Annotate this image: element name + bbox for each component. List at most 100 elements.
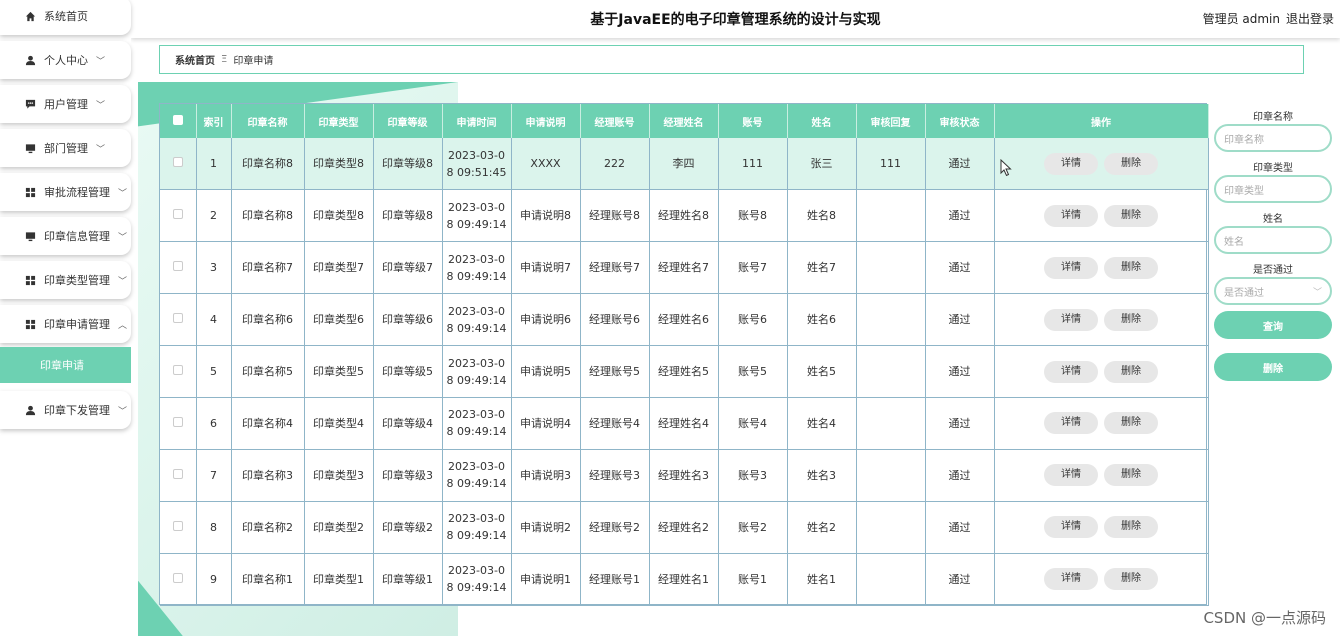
query-button[interactable]: 查询	[1214, 311, 1332, 339]
detail-button[interactable]: 详情	[1044, 204, 1098, 227]
sidebar-item-label: 印章申请管理	[44, 318, 110, 331]
cell-seal-level: 印章等级5	[373, 345, 443, 398]
cell-name: 姓名3	[787, 449, 857, 502]
cell-name: 姓名2	[787, 501, 857, 554]
delete-button[interactable]: 删除	[1104, 308, 1158, 331]
seal-name-input[interactable]: 印章名称	[1214, 124, 1332, 152]
cell-review-reply	[856, 397, 926, 450]
sidebar-item-seal-info[interactable]: 印章信息管理 ﹀	[0, 217, 131, 255]
cell-account: 账号5	[718, 345, 788, 398]
cell-seal-level: 印章等级8	[373, 189, 443, 243]
detail-button[interactable]: 详情	[1044, 360, 1098, 383]
cell-manager-account: 经理账号2	[580, 501, 650, 554]
sidebar-item-seal-type[interactable]: 印章类型管理 ﹀	[0, 261, 131, 299]
cell-review-status: 通过	[925, 241, 995, 295]
cell-seal-type: 印章类型6	[304, 293, 374, 347]
delete-button[interactable]: 删除	[1104, 412, 1158, 435]
chevron-down-icon: ﹀	[118, 232, 128, 243]
apply-time-clock: 8 09:49:14	[446, 529, 507, 543]
cell-account: 账号7	[718, 241, 788, 295]
cell-index: 9	[196, 553, 232, 606]
apply-time-clock: 8 09:49:14	[446, 321, 507, 335]
row-checkbox[interactable]	[172, 313, 183, 324]
seal-type-input[interactable]: 印章类型	[1214, 175, 1332, 203]
apply-time-clock: 8 09:51:45	[446, 165, 507, 179]
detail-button[interactable]: 详情	[1044, 464, 1098, 487]
home-icon	[24, 10, 36, 22]
cell-manager-name: 经理姓名7	[649, 241, 719, 295]
name-input[interactable]: 姓名	[1214, 226, 1332, 254]
cell-manager-name: 经理姓名3	[649, 449, 719, 502]
delete-button[interactable]: 删除	[1104, 256, 1158, 279]
sidebar-item-seal-apply[interactable]: 印章申请管理 ︿	[0, 305, 131, 343]
data-table: 索引 印章名称 印章类型 印章等级 申请时间 申请说明 经理账号 经理姓名 账号…	[159, 103, 1209, 606]
cell-apply-time: 2023-03-0 8 09:49:14	[442, 553, 512, 606]
user-name: 管理员 admin	[1202, 12, 1280, 26]
apply-time-date: 2023-03-0	[448, 408, 505, 422]
seal-type-placeholder: 印章类型	[1224, 185, 1264, 197]
select-all-checkbox[interactable]	[172, 114, 183, 125]
name-label: 姓名	[1263, 214, 1283, 225]
cell-manager-account: 经理账号3	[580, 449, 650, 502]
row-checkbox[interactable]	[172, 468, 183, 479]
sidebar-item-departments[interactable]: 部门管理 ﹀	[0, 129, 131, 167]
breadcrumb-home[interactable]: 系统首页	[175, 52, 215, 67]
row-checkbox[interactable]	[172, 520, 183, 531]
header-select-all[interactable]	[160, 104, 197, 138]
delete-button[interactable]: 删除	[1104, 152, 1158, 175]
cell-checkbox	[160, 397, 197, 450]
breadcrumb-separator-icon: Ξ	[221, 54, 228, 65]
row-checkbox[interactable]	[172, 261, 183, 272]
sidebar-item-seal-issue[interactable]: 印章下发管理 ﹀	[0, 391, 131, 429]
seal-type-label: 印章类型	[1253, 163, 1293, 174]
cell-checkbox	[160, 553, 197, 606]
cell-index: 4	[196, 293, 232, 347]
sidebar-item-home[interactable]: 系统首页	[0, 0, 131, 35]
cell-name: 姓名4	[787, 397, 857, 450]
cell-manager-name: 经理姓名8	[649, 189, 719, 243]
row-checkbox[interactable]	[172, 416, 183, 427]
sidebar-item-approval-flow[interactable]: 审批流程管理 ﹀	[0, 173, 131, 211]
cell-account: 111	[718, 138, 788, 191]
monitor-icon	[24, 142, 36, 154]
row-checkbox[interactable]	[172, 365, 183, 375]
cell-name: 姓名7	[787, 241, 857, 295]
cell-index: 7	[196, 449, 232, 502]
breadcrumb: 系统首页 Ξ 印章申请	[159, 45, 1304, 74]
delete-button[interactable]: 删除	[1104, 568, 1158, 591]
sidebar-item-personal[interactable]: 个人中心 ﹀	[0, 41, 131, 79]
delete-button[interactable]: 删除	[1104, 516, 1158, 539]
cell-review-status: 通过	[925, 553, 995, 606]
delete-button[interactable]: 删除	[1104, 464, 1158, 487]
detail-button[interactable]: 详情	[1044, 256, 1098, 279]
sidebar-subitem-seal-apply[interactable]: 印章申请	[0, 347, 131, 383]
sidebar-item-users[interactable]: 用户管理 ﹀	[0, 85, 131, 123]
grid-icon	[24, 186, 36, 198]
logout-link[interactable]: 退出登录	[1286, 12, 1334, 26]
pass-select[interactable]: 是否通过 ﹀	[1214, 277, 1332, 305]
cell-apply-desc: 申请说明2	[511, 501, 581, 554]
batch-delete-button[interactable]: 删除	[1214, 353, 1332, 381]
apply-time-date: 2023-03-0	[448, 148, 505, 162]
detail-button[interactable]: 详情	[1044, 412, 1098, 435]
column-header: 姓名	[787, 104, 857, 138]
chevron-down-icon: ﹀	[118, 406, 128, 417]
cell-seal-level: 印章等级4	[373, 397, 443, 450]
row-checkbox[interactable]	[172, 572, 183, 583]
table-row: 4 印章名称6 印章类型6 印章等级6 2023-03-0 8 09:49:14 申请说明6…	[160, 293, 1209, 347]
cell-actions: 详情 删除	[994, 397, 1209, 450]
row-checkbox[interactable]	[172, 209, 183, 220]
grid-icon	[24, 274, 36, 286]
grid-icon	[24, 318, 36, 330]
detail-button[interactable]: 详情	[1044, 516, 1098, 539]
row-checkbox[interactable]	[172, 157, 183, 168]
delete-button[interactable]: 删除	[1104, 204, 1158, 227]
cell-seal-type: 印章类型4	[304, 397, 374, 450]
detail-button[interactable]: 详情	[1044, 308, 1098, 331]
delete-button[interactable]: 删除	[1104, 360, 1158, 383]
detail-button[interactable]: 详情	[1044, 568, 1098, 591]
detail-button[interactable]: 详情	[1044, 152, 1098, 175]
chat-icon	[24, 98, 36, 110]
chevron-down-icon: ﹀	[96, 144, 106, 155]
cell-actions: 详情 删除	[994, 449, 1209, 502]
